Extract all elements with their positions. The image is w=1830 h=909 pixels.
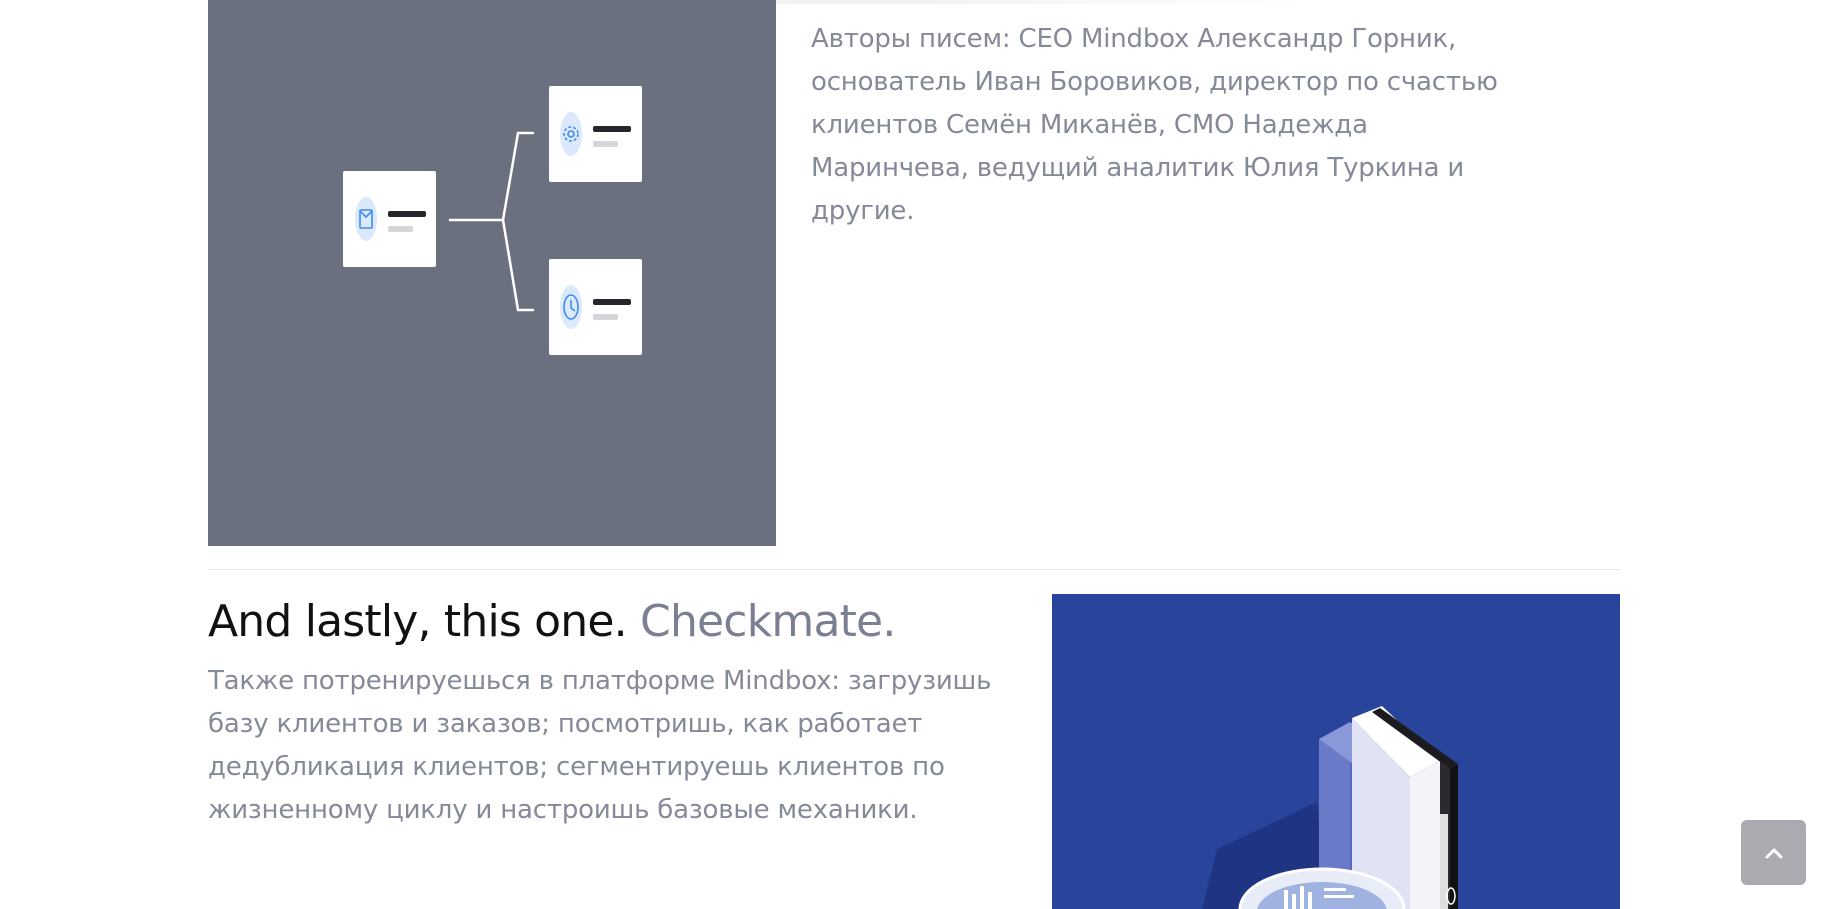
platform-paragraph: Также потренируешься в платформе Mindbox… bbox=[208, 666, 992, 825]
page: Авторы писем: CEO Mindbox Александр Горн… bbox=[0, 0, 1830, 909]
section-divider bbox=[208, 569, 1620, 570]
section-title-accent: Checkmate. bbox=[640, 596, 896, 647]
section-title: And lastly, this one. Checkmate. bbox=[208, 590, 896, 654]
flow-illustration bbox=[208, 0, 776, 546]
binders-illustration bbox=[1052, 594, 1620, 909]
flow-connectors bbox=[448, 131, 535, 312]
scroll-to-top-button[interactable] bbox=[1741, 820, 1806, 885]
flow-node-clock bbox=[549, 259, 642, 355]
authors-paragraph: Авторы писем: CEO Mindbox Александр Горн… bbox=[811, 24, 1498, 226]
section-title-main: And lastly, this one. bbox=[208, 596, 628, 647]
flow-node-mail bbox=[343, 171, 436, 267]
chevron-up-icon bbox=[1765, 848, 1782, 858]
flow-node-gear bbox=[549, 86, 642, 182]
